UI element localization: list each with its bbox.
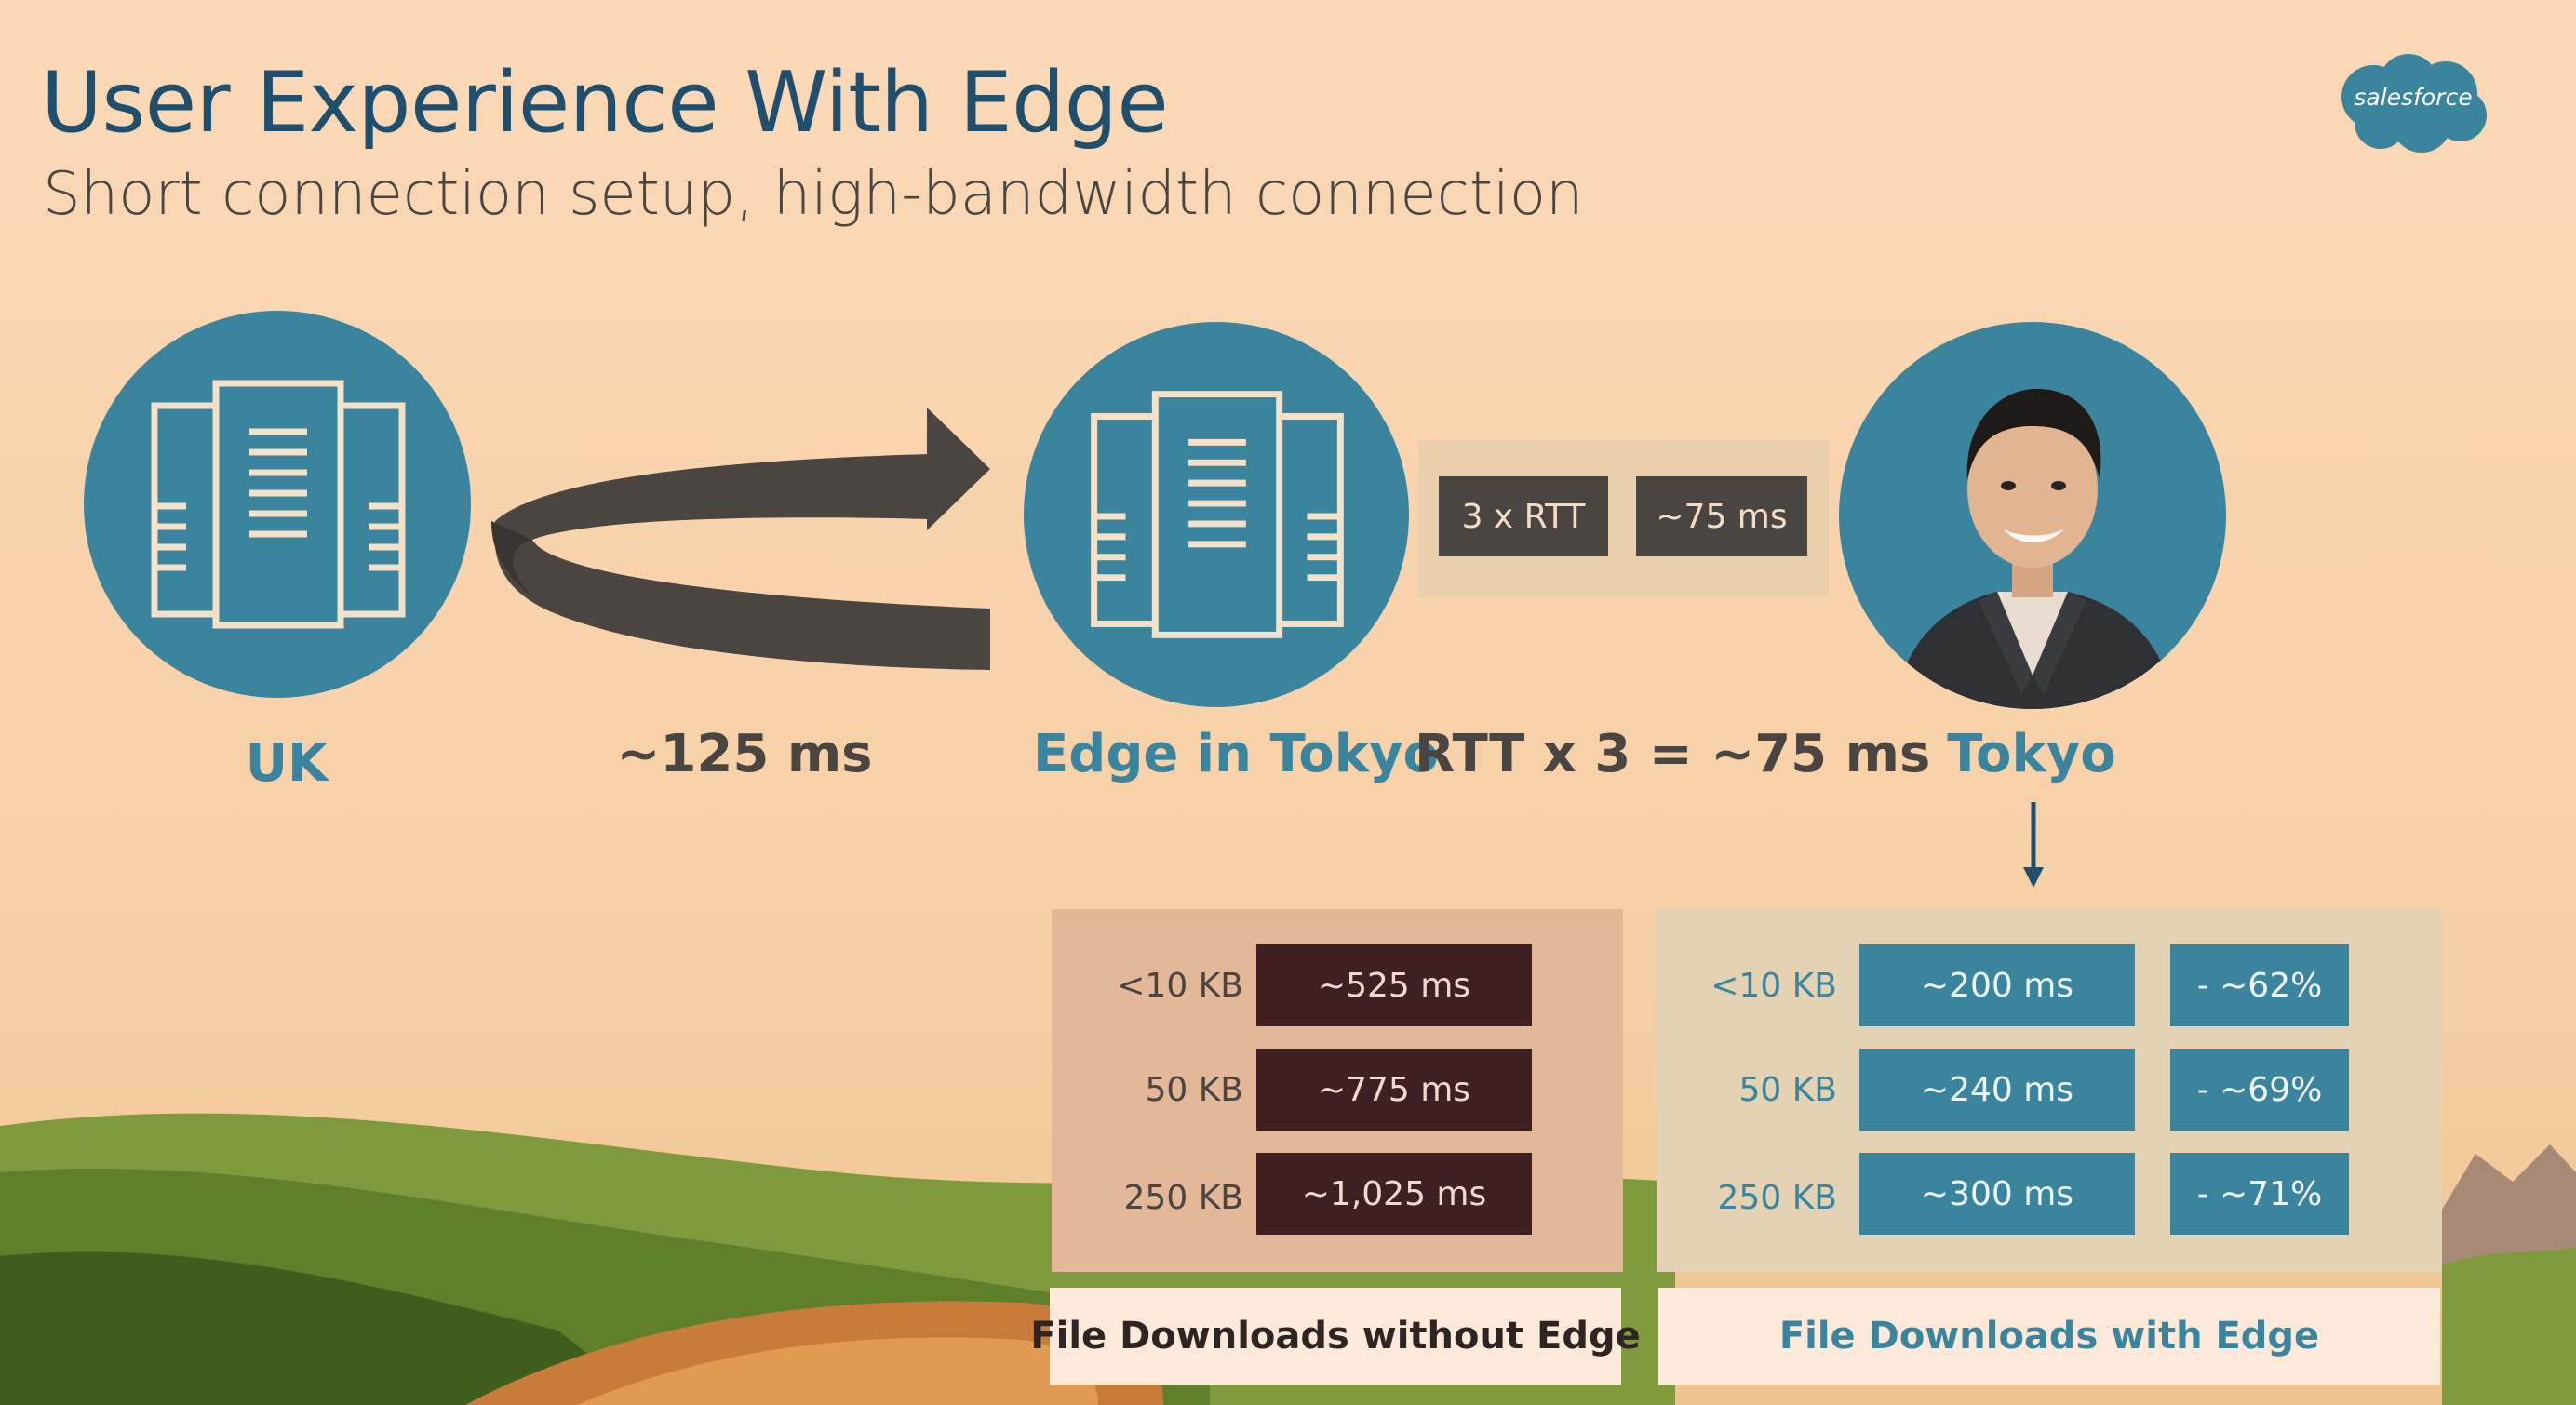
time-cell: ~1,025 ms xyxy=(1256,1153,1532,1235)
salesforce-logo: salesforce xyxy=(2336,50,2490,154)
time-cell: ~525 ms xyxy=(1256,944,1532,1026)
ms-chip: ~75 ms xyxy=(1636,476,1807,556)
page-title: User Experience With Edge xyxy=(41,54,1169,152)
down-arrow-icon xyxy=(2023,802,2044,888)
uk-server-circle xyxy=(84,311,471,698)
time-cell: ~240 ms xyxy=(1859,1049,2135,1131)
person-photo xyxy=(1895,388,2174,709)
server-icon xyxy=(1091,391,1344,638)
size-label: 250 KB xyxy=(1717,1179,1837,1217)
size-label: 50 KB xyxy=(1145,1071,1243,1109)
uk-to-edge-latency: ~125 ms xyxy=(616,724,873,784)
with-edge-caption: File Downloads with Edge xyxy=(1658,1288,2440,1385)
server-icon xyxy=(151,380,406,629)
saving-cell: - ~69% xyxy=(2170,1049,2349,1131)
edge-server-circle xyxy=(1024,322,1409,707)
time-cell: ~300 ms xyxy=(1859,1153,2135,1235)
without-edge-caption: File Downloads without Edge xyxy=(1030,1288,1641,1385)
time-cell: ~200 ms xyxy=(1859,944,2135,1026)
page-subtitle: Short connection setup, high-bandwidth c… xyxy=(43,160,1584,229)
size-label: 250 KB xyxy=(1123,1179,1243,1217)
size-label: <10 KB xyxy=(1711,967,1837,1005)
rtt-chip: 3 x RTT xyxy=(1439,476,1608,556)
logo-text: salesforce xyxy=(2354,84,2473,111)
saving-cell: - ~71% xyxy=(2170,1153,2349,1235)
size-label: <10 KB xyxy=(1117,967,1243,1005)
without-edge-panel: <10 KB ~525 ms 50 KB ~775 ms 250 KB ~1,0… xyxy=(1052,909,1623,1272)
uk-label: UK xyxy=(245,733,329,794)
edge-label: Edge in Tokyo xyxy=(1033,724,1439,784)
tokyo-label: Tokyo xyxy=(1947,724,2116,784)
rtt-panel: 3 x RTT ~75 ms xyxy=(1418,441,1829,597)
saving-cell: - ~62% xyxy=(2170,944,2349,1026)
tokyo-user-circle xyxy=(1839,322,2226,709)
rtt-formula: RTT x 3 = ~75 ms xyxy=(1415,724,1931,784)
time-cell: ~775 ms xyxy=(1256,1049,1532,1131)
curved-arrow-icon xyxy=(491,408,990,670)
size-label: 50 KB xyxy=(1738,1071,1837,1109)
with-edge-panel: <10 KB ~200 ms - ~62% 50 KB ~240 ms - ~6… xyxy=(1657,909,2442,1272)
